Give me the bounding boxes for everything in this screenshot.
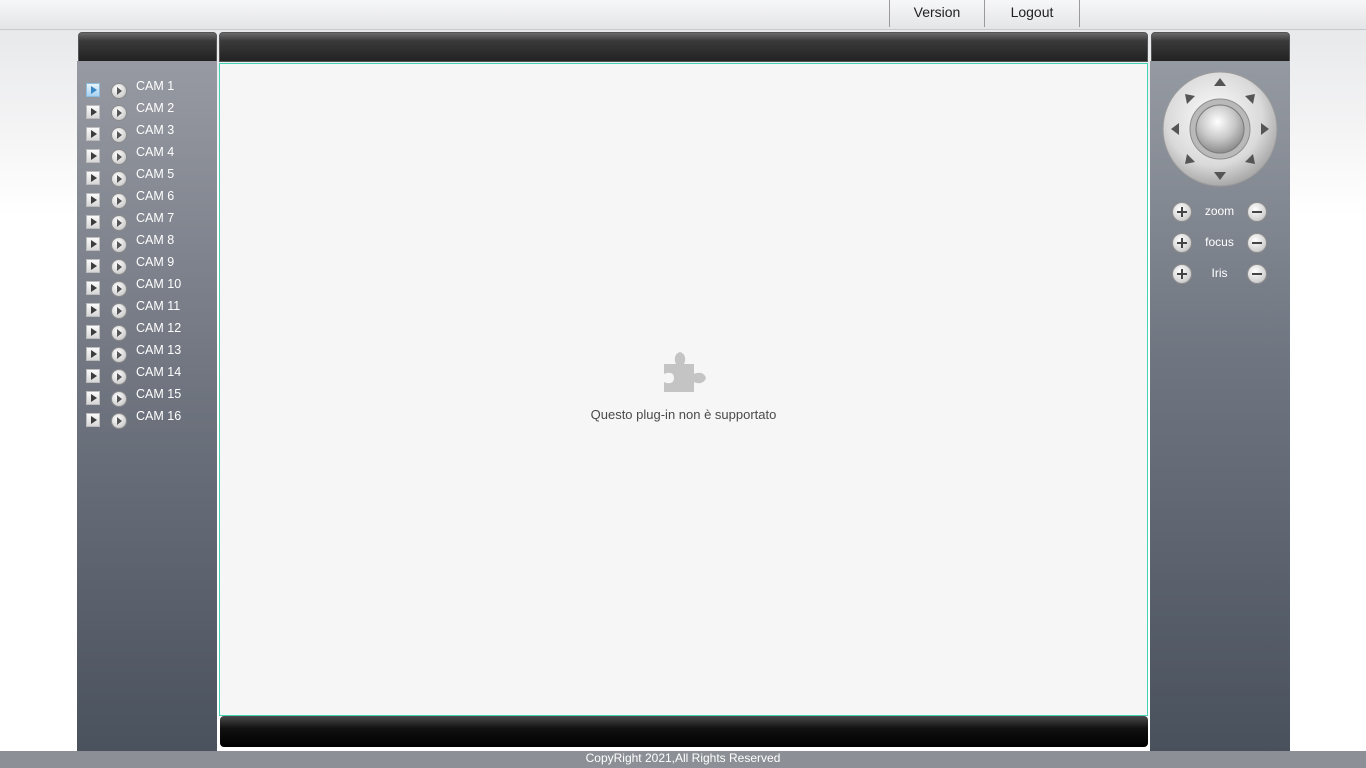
- focus-label: focus: [1205, 235, 1234, 249]
- iris-row: Iris: [1172, 264, 1268, 286]
- zoom-label: zoom: [1204, 204, 1235, 218]
- play-icon[interactable]: [86, 237, 100, 251]
- focus-row: focus: [1172, 233, 1268, 255]
- camera-label: CAM 3: [136, 122, 175, 137]
- camera-item[interactable]: CAM 1: [86, 78, 181, 100]
- camera-panel-header: [78, 32, 217, 62]
- record-icon[interactable]: [111, 193, 127, 209]
- play-icon[interactable]: [86, 413, 100, 427]
- record-icon[interactable]: [111, 237, 127, 253]
- play-icon[interactable]: [86, 193, 100, 207]
- footer: CopyRight 2021,All Rights Reserved: [0, 751, 1366, 768]
- record-icon[interactable]: [111, 127, 127, 143]
- iris-open-button[interactable]: [1172, 264, 1192, 284]
- camera-list: CAM 1 CAM 2 CAM 3 CAM 4 CAM 5 CAM 6 CAM 7 CAM 8…: [86, 78, 181, 430]
- play-icon[interactable]: [86, 171, 100, 185]
- logout-button[interactable]: Logout: [984, 0, 1080, 27]
- camera-item[interactable]: CAM 8: [86, 232, 181, 254]
- record-icon[interactable]: [111, 149, 127, 165]
- play-icon[interactable]: [86, 83, 100, 97]
- copyright-text: CopyRight 2021,All Rights Reserved: [585, 751, 781, 765]
- focus-out-button[interactable]: [1247, 233, 1267, 253]
- camera-label: CAM 15: [136, 386, 182, 401]
- camera-item[interactable]: CAM 3: [86, 122, 181, 144]
- video-panel-header: [219, 32, 1148, 62]
- top-nav: Version Logout: [889, 0, 1080, 27]
- camera-label: CAM 14: [136, 364, 182, 379]
- play-icon[interactable]: [86, 281, 100, 295]
- record-icon[interactable]: [111, 215, 127, 231]
- camera-item[interactable]: CAM 5: [86, 166, 181, 188]
- play-icon[interactable]: [86, 127, 100, 141]
- camera-item[interactable]: CAM 15: [86, 386, 181, 408]
- play-icon[interactable]: [86, 369, 100, 383]
- camera-label: CAM 2: [136, 100, 175, 115]
- record-icon[interactable]: [111, 303, 127, 319]
- record-icon[interactable]: [111, 171, 127, 187]
- camera-label: CAM 13: [136, 342, 182, 357]
- camera-item[interactable]: CAM 11: [86, 298, 181, 320]
- plugin-unsupported-message: Questo plug-in non è supportato: [590, 407, 777, 422]
- camera-item[interactable]: CAM 14: [86, 364, 181, 386]
- camera-label: CAM 7: [136, 210, 175, 225]
- record-icon[interactable]: [111, 413, 127, 429]
- camera-item[interactable]: CAM 4: [86, 144, 181, 166]
- play-icon[interactable]: [86, 105, 100, 119]
- camera-label: CAM 12: [136, 320, 182, 335]
- ptz-direction-pad: [1162, 71, 1278, 187]
- record-icon[interactable]: [111, 391, 127, 407]
- record-icon[interactable]: [111, 281, 127, 297]
- video-control-bar: [220, 716, 1148, 747]
- camera-label: CAM 6: [136, 188, 175, 203]
- camera-item[interactable]: CAM 9: [86, 254, 181, 276]
- camera-item[interactable]: CAM 2: [86, 100, 181, 122]
- camera-item[interactable]: CAM 16: [86, 408, 181, 430]
- zoom-in-button[interactable]: [1172, 202, 1192, 222]
- camera-item[interactable]: CAM 13: [86, 342, 181, 364]
- video-viewport[interactable]: Questo plug-in non è supportato: [219, 63, 1148, 716]
- version-button[interactable]: Version: [889, 0, 984, 27]
- top-bar: Version Logout: [0, 0, 1366, 30]
- play-icon[interactable]: [86, 391, 100, 405]
- record-icon[interactable]: [111, 325, 127, 341]
- camera-item[interactable]: CAM 7: [86, 210, 181, 232]
- play-icon[interactable]: [86, 347, 100, 361]
- camera-label: CAM 11: [136, 298, 181, 313]
- record-icon[interactable]: [111, 105, 127, 121]
- record-icon[interactable]: [111, 369, 127, 385]
- iris-label: Iris: [1211, 266, 1228, 280]
- camera-item[interactable]: CAM 12: [86, 320, 181, 342]
- play-icon[interactable]: [86, 215, 100, 229]
- iris-close-button[interactable]: [1247, 264, 1267, 284]
- play-icon[interactable]: [86, 259, 100, 273]
- zoom-row: zoom: [1172, 202, 1268, 224]
- ptz-center-knob[interactable]: [1195, 104, 1245, 154]
- record-icon[interactable]: [111, 347, 127, 363]
- camera-label: CAM 8: [136, 232, 175, 247]
- zoom-out-button[interactable]: [1247, 202, 1267, 222]
- camera-label: CAM 1: [136, 78, 175, 93]
- record-icon[interactable]: [111, 83, 127, 99]
- camera-label: CAM 4: [136, 144, 175, 159]
- play-icon[interactable]: [86, 303, 100, 317]
- camera-label: CAM 16: [136, 408, 182, 423]
- camera-label: CAM 9: [136, 254, 175, 269]
- puzzle-piece-icon: [664, 352, 706, 392]
- camera-item[interactable]: CAM 10: [86, 276, 181, 298]
- play-icon[interactable]: [86, 149, 100, 163]
- ptz-panel-header: [1151, 32, 1290, 62]
- play-icon[interactable]: [86, 325, 100, 339]
- camera-item[interactable]: CAM 6: [86, 188, 181, 210]
- camera-label: CAM 10: [136, 276, 182, 291]
- record-icon[interactable]: [111, 259, 127, 275]
- camera-label: CAM 5: [136, 166, 175, 181]
- focus-in-button[interactable]: [1172, 233, 1192, 253]
